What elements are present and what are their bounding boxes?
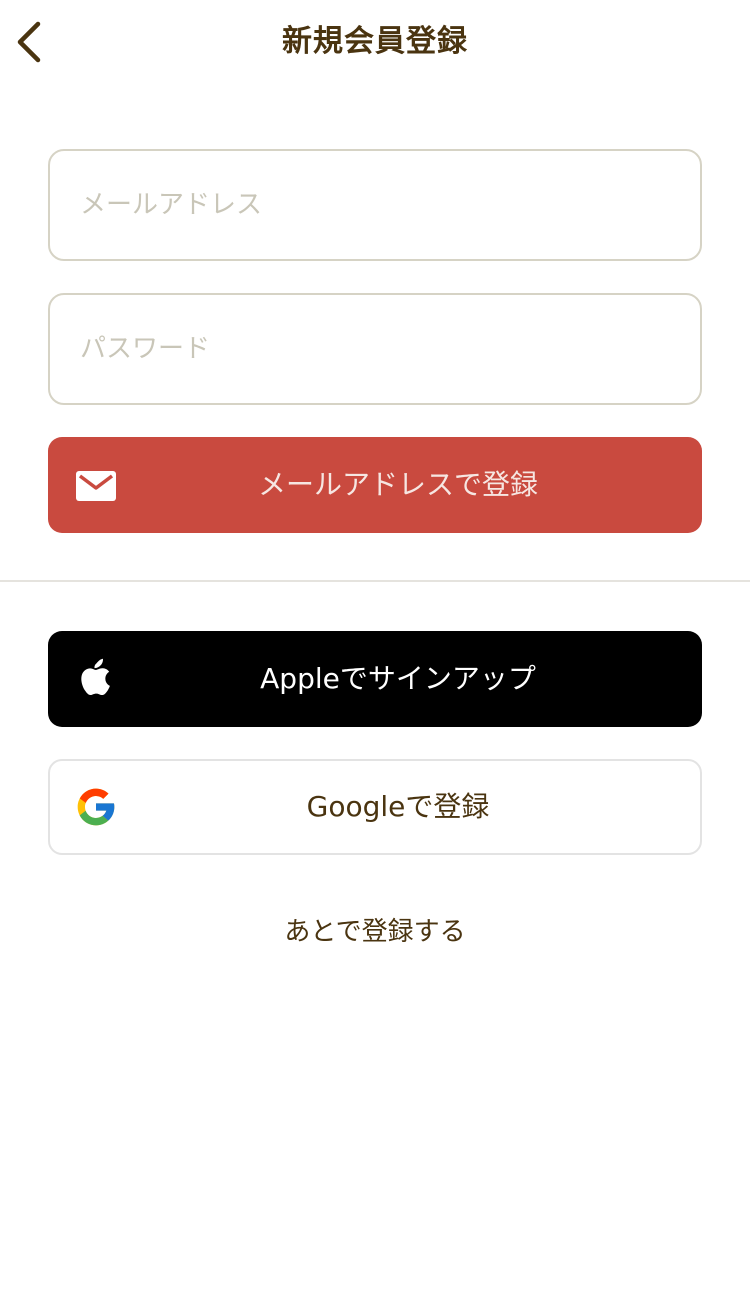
google-signup-button[interactable]: Googleで登録: [48, 759, 702, 855]
page-title: 新規会員登録: [282, 24, 468, 59]
email-signup-button[interactable]: メールアドレスで登録: [48, 437, 702, 533]
email-field[interactable]: [80, 151, 670, 259]
apple-signup-label: Appleでサインアップ: [260, 662, 536, 695]
register-later-link[interactable]: あとで登録する: [0, 912, 750, 952]
password-field[interactable]: [80, 295, 670, 403]
email-field-container[interactable]: [48, 149, 702, 261]
email-signup-label: メールアドレスで登録: [257, 468, 538, 501]
apple-signup-button[interactable]: Appleでサインアップ: [48, 631, 702, 727]
divider: [0, 580, 750, 582]
google-signup-label: Googleで登録: [306, 790, 490, 823]
header: 新規会員登録: [0, 0, 750, 84]
password-field-container[interactable]: [48, 293, 702, 405]
